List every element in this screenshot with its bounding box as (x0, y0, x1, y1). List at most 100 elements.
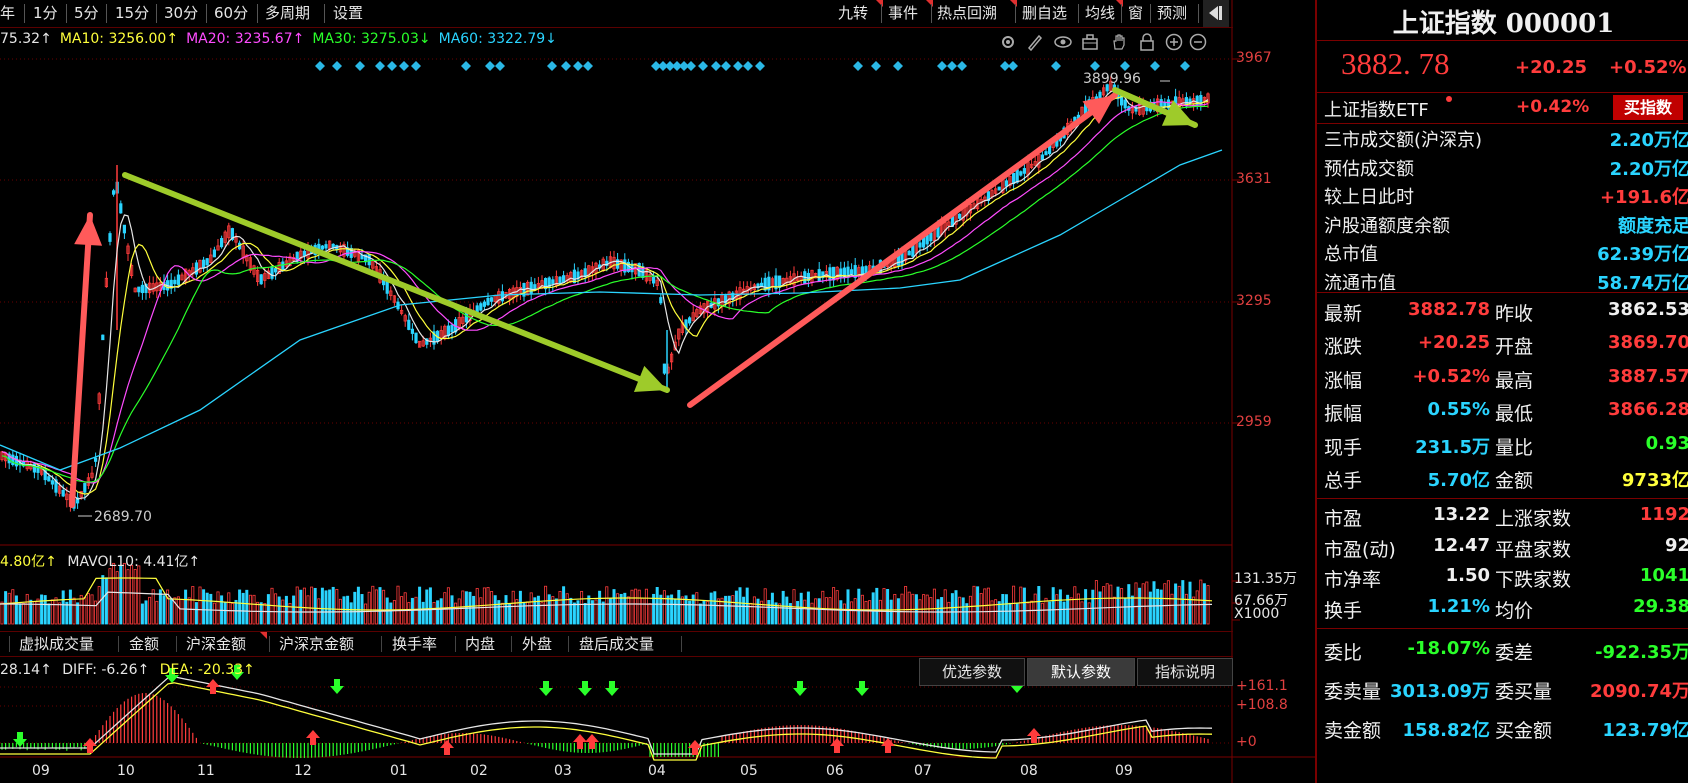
candle-body (94, 457, 98, 462)
volume-bar (1120, 588, 1124, 625)
window-button[interactable]: 窗 (1128, 0, 1143, 27)
price-change: +20.25 (1515, 57, 1588, 78)
volume-bar (83, 597, 87, 625)
volume-bar (1022, 587, 1026, 625)
tab-turnover[interactable]: 换手率 (392, 632, 437, 656)
volume-bar (1188, 581, 1192, 625)
etf-label[interactable]: 上证指数ETF (1324, 96, 1429, 122)
events-button[interactable]: 事件 (888, 0, 918, 27)
candle-body (1004, 180, 1009, 187)
briefcase-icon[interactable] (1081, 33, 1099, 51)
tab-inner-volume[interactable]: 内盘 (465, 632, 495, 656)
volume-bar (882, 588, 886, 625)
candle-body (489, 297, 494, 302)
volume-bar (630, 589, 634, 625)
volume-bar (180, 599, 184, 625)
volume-bar (36, 598, 40, 625)
period-30min-button[interactable]: 30分 (164, 0, 198, 27)
nine-turn-button[interactable]: 九转 (838, 0, 868, 27)
valuation-alt-label: 均价 (1495, 599, 1534, 622)
period-year-button[interactable]: 年 (0, 0, 15, 27)
volume-bar (1195, 590, 1199, 625)
volume-bar (904, 586, 908, 625)
lock-icon[interactable] (1138, 33, 1156, 51)
zoom-out-icon[interactable] (1189, 33, 1207, 51)
quote-alt-label: 最高 (1495, 369, 1534, 392)
buy-index-button[interactable]: 买指数 (1613, 95, 1683, 120)
volume-bar (731, 595, 735, 625)
collapse-panel-icon[interactable] (1203, 0, 1229, 27)
volume-bar (1048, 601, 1052, 625)
tab-sh-sz-bj-amount[interactable]: 沪深京金额 (279, 632, 354, 656)
event-diamond-icon (893, 61, 903, 71)
indicator-tabs: 虚拟成交量 金额 沪深金额 沪深京金额 换手率 内盘 外盘 盘后成交量 (0, 631, 1233, 657)
volume-bar (223, 602, 227, 625)
volume-bar (756, 598, 760, 625)
volume-bar (734, 590, 738, 625)
tab-after-hours-volume[interactable]: 盘后成交量 (579, 632, 654, 656)
valuation-label: 换手 (1324, 599, 1363, 622)
volume-bar (104, 577, 108, 625)
volume-bar (169, 598, 173, 625)
sell-arrow-icon (330, 679, 344, 694)
volume-bar (389, 602, 393, 625)
moving-average-button[interactable]: 均线 (1085, 0, 1115, 27)
candle-body (482, 301, 487, 307)
zoom-in-icon[interactable] (1165, 33, 1183, 51)
pen-icon[interactable] (1026, 33, 1044, 52)
event-diamond-icon (853, 61, 863, 71)
quote-alt-label: 昨收 (1495, 303, 1534, 325)
ma20-value: MA20: 3235.67↑ (186, 31, 305, 47)
period-60min-button[interactable]: 60分 (214, 0, 248, 27)
valuation-alt-value: 92 (1664, 534, 1688, 556)
event-diamond-icon (1008, 61, 1018, 71)
indicator-help-button[interactable]: 指标说明 (1137, 658, 1233, 686)
candle-body (173, 279, 177, 285)
quote-label: 涨跌 (1324, 336, 1363, 359)
tab-outer-volume[interactable]: 外盘 (522, 632, 552, 656)
volume-bar (835, 590, 839, 625)
volume-bar (1202, 583, 1206, 625)
index-title: 上证指数 000001 (1392, 9, 1615, 39)
volume-bar (785, 596, 789, 625)
volume-bar (140, 603, 144, 625)
volume-bar (378, 587, 382, 625)
volume-bar (536, 595, 540, 625)
volume-bar (446, 587, 450, 625)
price-change-pct: +0.52% (1609, 57, 1687, 78)
multi-period-button[interactable]: 多周期 (265, 0, 310, 27)
period-15min-button[interactable]: 15分 (115, 0, 149, 27)
candle-body (446, 325, 451, 337)
gear-icon[interactable] (999, 33, 1017, 51)
default-params-button[interactable]: 默认参数 (1027, 658, 1135, 686)
volume-bar (191, 586, 195, 625)
hotspot-review-button[interactable]: 热点回溯 (937, 0, 997, 27)
sell-arrow-icon (578, 681, 592, 696)
eye-icon[interactable] (1054, 33, 1072, 51)
volume-bar (1084, 589, 1088, 625)
forecast-button[interactable]: 预测 (1157, 0, 1187, 27)
remove-watchlist-button[interactable]: 删自选 (1022, 0, 1067, 27)
volume-bar (864, 600, 868, 625)
volume-bar (824, 597, 828, 625)
volume-bar (990, 600, 994, 625)
volume-bar (1102, 586, 1106, 625)
volume-bar (1019, 586, 1023, 625)
period-5min-button[interactable]: 5分 (74, 0, 99, 27)
volume-bar (626, 596, 630, 625)
event-diamond-icon (332, 61, 342, 71)
tab-amount[interactable]: 金额 (129, 632, 159, 656)
optimized-params-button[interactable]: 优选参数 (919, 658, 1025, 686)
valuation-alt-value: 29.38 (1633, 595, 1688, 617)
settings-button[interactable]: 设置 (333, 0, 363, 27)
tab-virtual-volume[interactable]: 虚拟成交量 (19, 632, 94, 656)
candle-body (205, 258, 209, 266)
month-label: 08 (1020, 763, 1038, 779)
valuation-alt-value: 1192 (1639, 504, 1688, 525)
period-1min-button[interactable]: 1分 (33, 0, 58, 27)
tab-sh-sz-amount[interactable]: 沪深金额 (186, 632, 246, 656)
volume-bar (1062, 601, 1066, 625)
volume-bar (1159, 589, 1163, 625)
event-diamond-icon (947, 61, 957, 71)
hand-icon[interactable] (1110, 33, 1128, 51)
